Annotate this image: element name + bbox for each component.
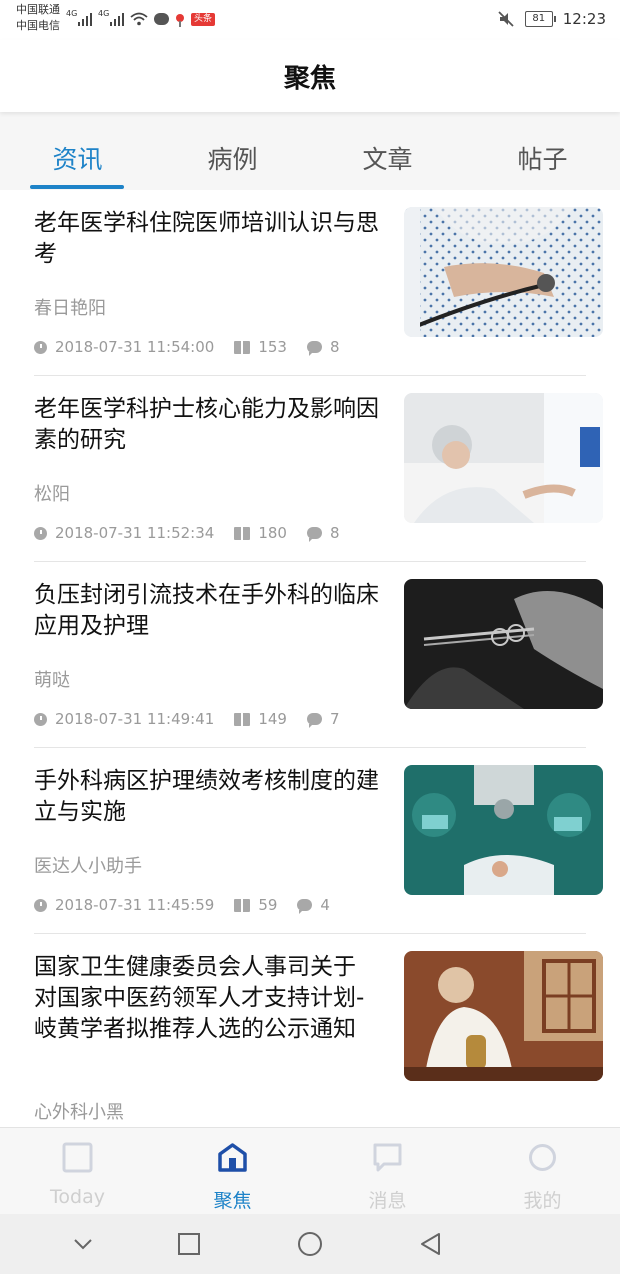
nav-today[interactable]: Today (0, 1128, 155, 1215)
map-pin-icon (175, 12, 185, 27)
article-meta: 2018-07-31 11:45:59 59 4 (34, 895, 330, 915)
clock-icon (34, 712, 47, 726)
reads-icon (234, 712, 251, 726)
article-thumbnail[interactable] (404, 951, 603, 1081)
article-title[interactable]: 手外科病区护理绩效考核制度的建立与实施 (34, 766, 384, 828)
comment-icon (306, 527, 322, 542)
nav-messages[interactable]: 消息 (310, 1128, 465, 1215)
nav-label: 聚焦 (213, 1190, 252, 1212)
nav-focus[interactable]: 聚焦 (155, 1128, 310, 1215)
article-meta: 2018-07-31 11:52:34 180 8 (34, 523, 340, 543)
title-bar: 聚焦 (0, 40, 620, 112)
article-thumbnail[interactable] (404, 579, 603, 709)
article-author: 萌哒 (34, 670, 70, 691)
article-item[interactable]: 老年医学科护士核心能力及影响因素的研究 松阳 2018-07-31 11:52:… (0, 376, 620, 562)
article-reads: 149 (258, 710, 287, 728)
article-author: 医达人小助手 (34, 856, 142, 877)
article-author: 松阳 (34, 484, 70, 505)
article-datetime: 2018-07-31 11:52:34 (55, 524, 215, 542)
status-icons-right: 81 12:23 (497, 8, 606, 30)
tab-articles[interactable]: 文章 (310, 140, 465, 176)
comment-icon (297, 899, 313, 914)
article-datetime: 2018-07-31 11:45:59 (55, 896, 215, 914)
profile-icon (527, 1142, 558, 1173)
article-thumbnail[interactable] (404, 393, 603, 523)
nav-label: 我的 (523, 1190, 562, 1212)
active-tab-indicator (30, 185, 124, 189)
comment-icon (306, 341, 322, 356)
article-reads: 153 (258, 338, 287, 356)
reads-icon (234, 526, 251, 540)
reads-icon (234, 898, 251, 912)
article-comments: 4 (320, 896, 330, 914)
article-datetime: 2018-07-31 11:54:00 (55, 338, 215, 356)
carrier-names: 中国联通 中国电信 (16, 2, 60, 34)
article-item[interactable]: 老年医学科住院医师培训认识与思考 春日艳阳 2018-07-31 11:54:0… (0, 190, 620, 376)
mute-icon (497, 10, 515, 28)
carrier-2: 中国电信 (16, 19, 60, 32)
signal-2-icon: 4G (98, 9, 124, 26)
clock-icon (34, 526, 47, 540)
carrier-1: 中国联通 (16, 3, 60, 16)
system-nav-bar (0, 1214, 620, 1274)
reads-icon (234, 340, 251, 354)
chevron-down-icon[interactable] (70, 1231, 96, 1257)
article-title[interactable]: 老年医学科住院医师培训认识与思考 (34, 208, 384, 270)
tab-news[interactable]: 资讯 (0, 140, 155, 176)
article-datetime: 2018-07-31 11:49:41 (55, 710, 215, 728)
today-icon (62, 1142, 93, 1173)
page-title: 聚焦 (283, 64, 336, 94)
news-feed[interactable]: 老年医学科住院医师培训认识与思考 春日艳阳 2018-07-31 11:54:0… (0, 190, 620, 1127)
article-author: 心外科小黑 (34, 1102, 124, 1123)
article-item[interactable]: 国家卫生健康委员会人事司关于 对国家中医药领军人才支持计划-岐黄学者拟推荐人选的… (0, 934, 620, 1127)
article-reads: 180 (258, 524, 287, 542)
recent-apps-icon[interactable] (176, 1231, 202, 1257)
article-title[interactable]: 国家卫生健康委员会人事司关于 对国家中医药领军人才支持计划-岐黄学者拟推荐人选的… (34, 952, 384, 1045)
category-tabs: 资讯 病例 文章 帖子 (0, 112, 620, 191)
network-type-2: 4G (98, 9, 110, 18)
article-title[interactable]: 负压封闭引流技术在手外科的临床应用及护理 (34, 580, 384, 642)
signal-1-icon: 4G (66, 9, 92, 26)
article-item[interactable]: 手外科病区护理绩效考核制度的建立与实施 医达人小助手 2018-07-31 11… (0, 748, 620, 934)
network-type-1: 4G (66, 9, 78, 18)
wifi-icon (130, 12, 148, 26)
clock-icon (34, 340, 47, 354)
tab-cases[interactable]: 病例 (155, 140, 310, 176)
news-app-badge: 头条 (191, 12, 216, 26)
focus-home-icon (217, 1142, 248, 1173)
comment-icon (306, 713, 322, 728)
status-time: 12:23 (562, 10, 606, 28)
article-meta: 2018-07-31 11:49:41 149 7 (34, 709, 340, 729)
chat-notification-icon (154, 13, 169, 25)
tab-posts[interactable]: 帖子 (465, 140, 620, 176)
home-circle-icon[interactable] (297, 1231, 323, 1257)
battery-icon: 81 (524, 11, 556, 27)
nav-label: Today (50, 1186, 105, 1208)
nav-label: 消息 (368, 1190, 407, 1212)
nav-profile[interactable]: 我的 (465, 1128, 620, 1215)
article-author: 春日艳阳 (34, 298, 106, 319)
article-thumbnail[interactable] (404, 765, 603, 895)
article-comments: 7 (329, 710, 340, 728)
message-icon (372, 1142, 403, 1173)
article-meta: 2018-07-31 11:54:00 153 8 (34, 337, 340, 357)
status-icons-left: 4G 4G 头条 (66, 8, 216, 30)
clock-icon (34, 898, 47, 912)
article-comments: 8 (329, 338, 340, 356)
article-comments: 8 (329, 524, 340, 542)
bottom-nav: Today 聚焦 消息 我的 (0, 1127, 620, 1215)
article-reads: 59 (258, 896, 278, 914)
article-title[interactable]: 老年医学科护士核心能力及影响因素的研究 (34, 394, 384, 456)
article-item[interactable]: 负压封闭引流技术在手外科的临床应用及护理 萌哒 2018-07-31 11:49… (0, 562, 620, 748)
status-bar: 中国联通 中国电信 4G 4G 头条 81 12:23 (0, 0, 620, 40)
back-triangle-icon[interactable] (418, 1231, 444, 1257)
article-thumbnail[interactable] (404, 207, 603, 337)
